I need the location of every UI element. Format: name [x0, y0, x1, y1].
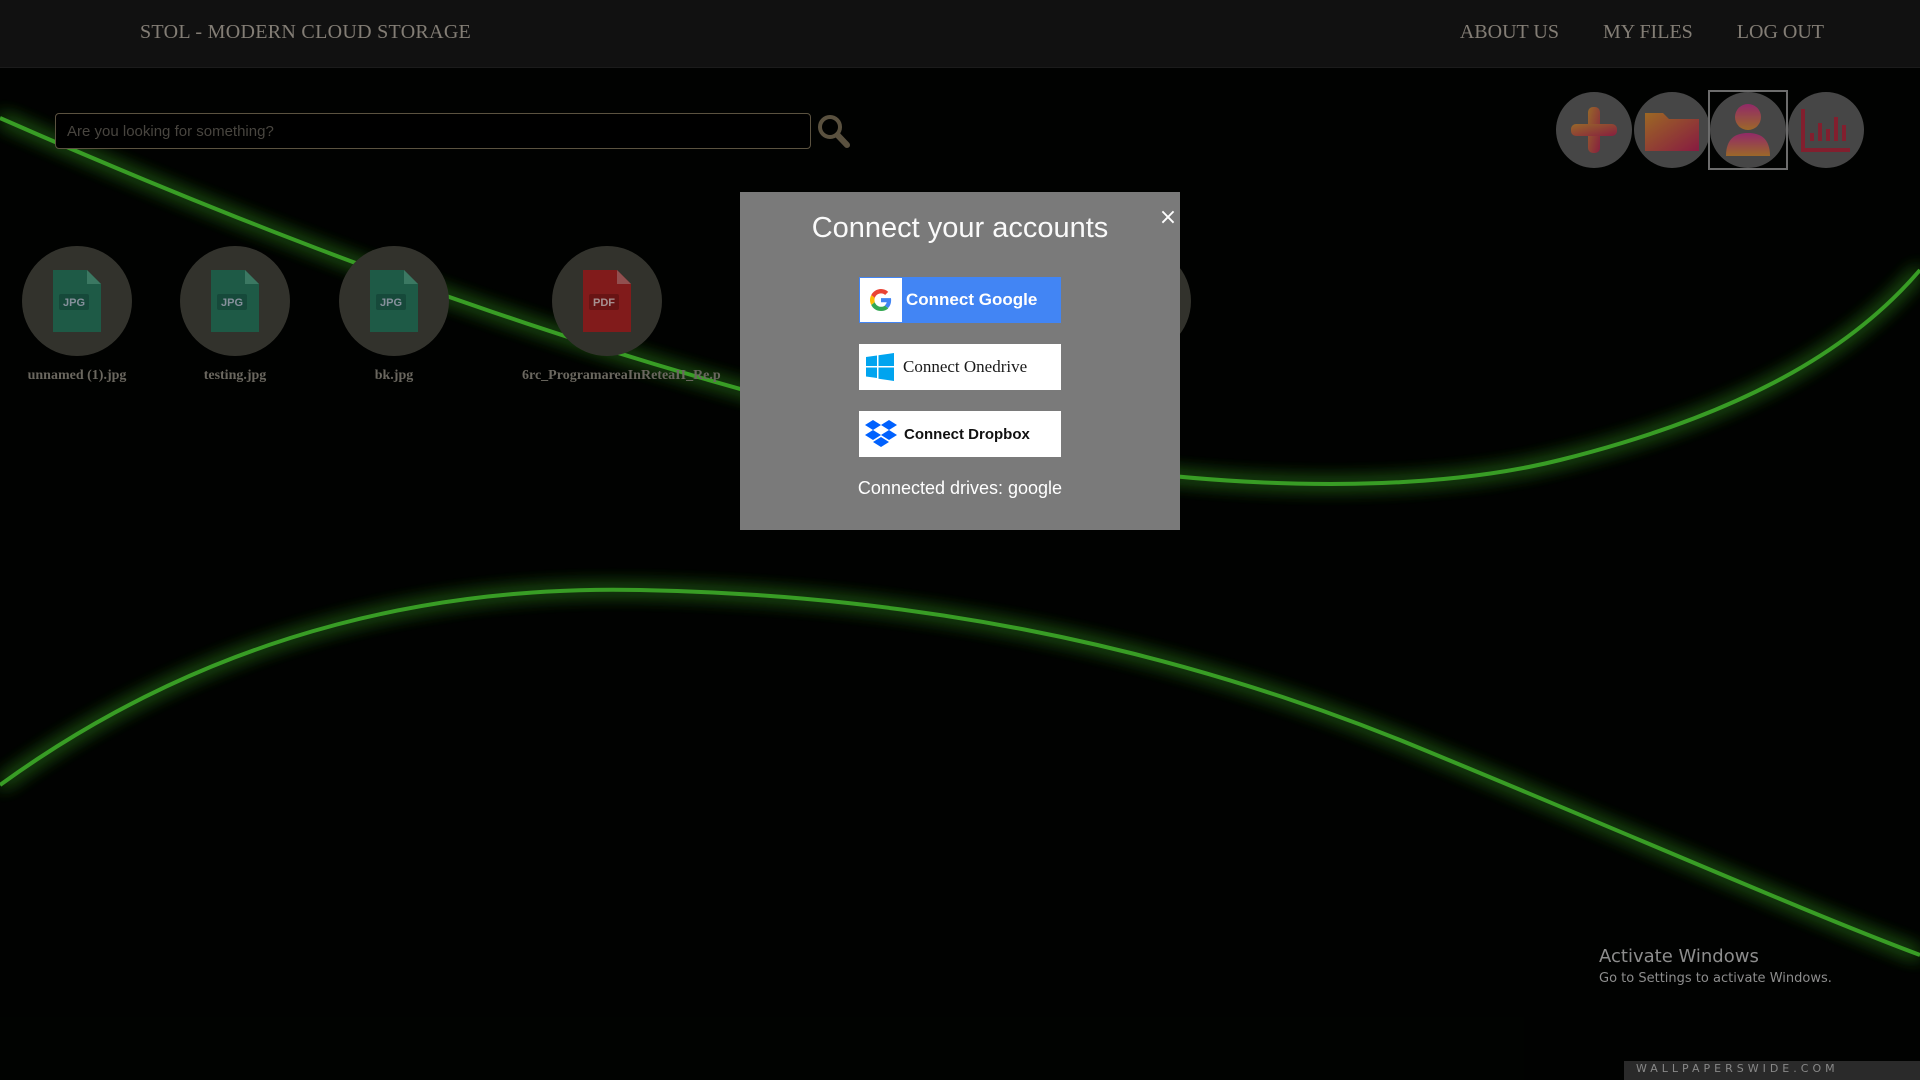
connect-accounts-modal: Connect your accounts × Connect Google C… [740, 192, 1180, 530]
activate-windows-title: Activate Windows [1599, 946, 1759, 967]
windows-icon [866, 353, 894, 381]
app-window: STOL - MODERN CLOUD STORAGE ABOUT US MY … [0, 0, 1920, 1080]
connect-onedrive-label: Connect Onedrive [903, 357, 1028, 376]
dropbox-icon [865, 420, 897, 447]
connect-google-label: Connect Google [906, 290, 1038, 309]
connect-google-button[interactable]: Connect Google [859, 277, 1061, 323]
activate-windows-subtitle: Go to Settings to activate Windows. [1599, 971, 1832, 986]
google-icon [870, 289, 892, 311]
connect-dropbox-button[interactable]: Connect Dropbox [859, 411, 1061, 457]
close-icon[interactable]: × [1156, 206, 1180, 230]
connect-dropbox-label: Connect Dropbox [904, 425, 1030, 443]
connected-drives-status: Connected drives: google [857, 478, 1063, 498]
activate-windows-watermark: Activate Windows Go to Settings to activ… [1599, 946, 1832, 986]
google-logo-box [860, 278, 902, 322]
modal-title: Connect your accounts [811, 212, 1109, 244]
wallpaper-credit: WALLPAPERSWIDE.COM [1636, 1062, 1839, 1075]
modal-backdrop[interactable] [0, 0, 1920, 1080]
connect-onedrive-button[interactable]: Connect Onedrive [859, 344, 1061, 390]
